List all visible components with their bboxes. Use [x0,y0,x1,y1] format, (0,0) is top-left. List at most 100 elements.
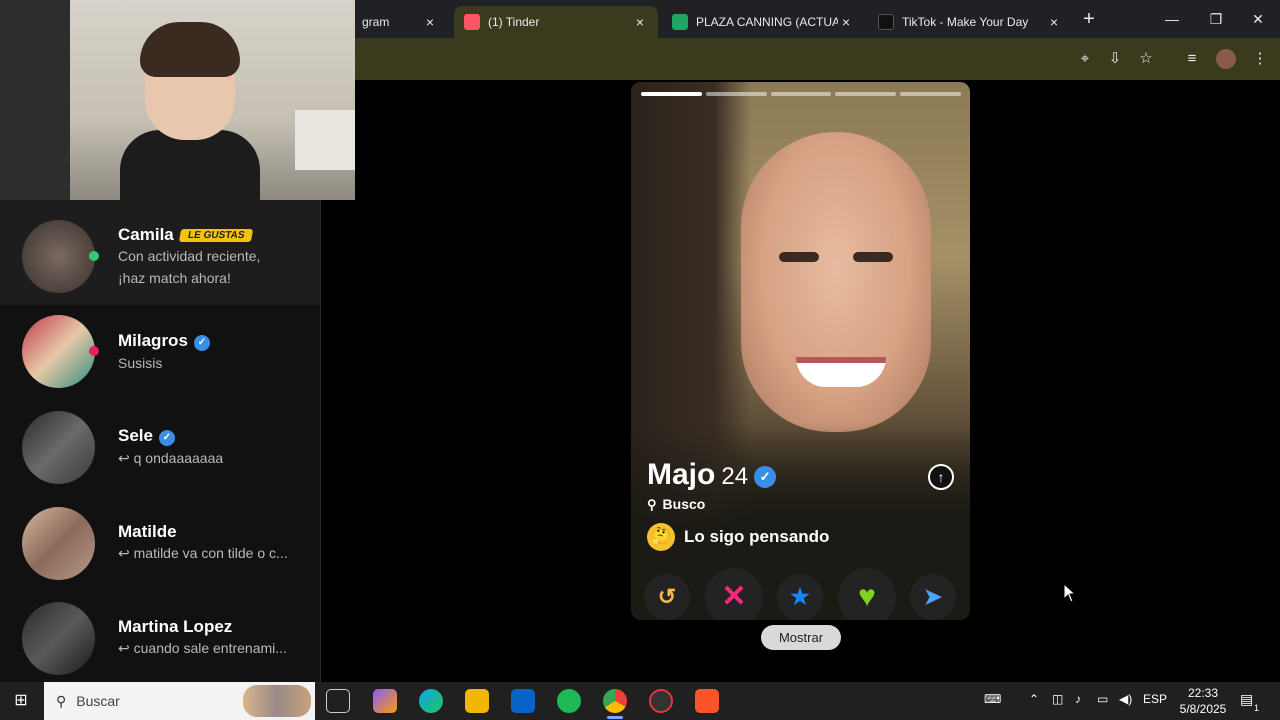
avatar [22,411,95,484]
match-name: Matilde [118,522,177,542]
notification-center-icon[interactable]: ▤ [1240,691,1253,708]
match-item-matilde[interactable]: Matilde ↩ matilde va con tilde o c... [0,497,320,593]
brave-icon[interactable] [695,689,719,713]
photo-progress-bar [641,92,961,96]
bookmark-star-icon[interactable]: ☆ [1136,49,1156,69]
match-item-camila[interactable]: Camila LE GUSTAS Con actividad reciente, … [0,200,320,305]
sheet-icon [672,14,688,30]
match-message: Susisis [118,355,163,371]
like-button[interactable]: ♥ [838,568,896,620]
spotify-icon[interactable] [557,689,581,713]
volume-icon[interactable]: ◀) [1119,692,1132,706]
tab-instagram[interactable]: gram × [352,6,448,38]
super-like-button[interactable]: ★ [777,574,823,620]
new-tab-button[interactable]: + [1078,8,1100,30]
photo-eye-right [853,252,893,262]
tab-title: TikTok - Make Your Day [902,15,1029,29]
looking-for: ⚲ Busco [647,496,705,513]
tab-title: gram [362,15,390,29]
boost-button[interactable]: ➤ [910,574,956,620]
microphone-icon[interactable]: ♪ [1075,692,1081,706]
network-icon[interactable]: ▭ [1097,692,1108,706]
meet-now-icon[interactable]: ◫ [1052,692,1063,706]
search-icon: ⚲ [647,497,657,512]
match-item-martina-lopez[interactable]: Martina Lopez ↩ cuando sale entrenami... [0,593,320,689]
photo-progress-segment [900,92,961,96]
profile-card[interactable]: Majo 24 ✓ ↑ ⚲ Busco 🤔 Lo sigo pensando ↺ ✕ … [631,82,970,620]
webcam-overlay [0,0,355,200]
outlook-icon[interactable] [511,689,535,713]
photo-progress-segment [705,92,767,96]
avatar [22,602,95,675]
screen: gram × (1) Tinder × PLAZA CANNING (ACTUA… [0,0,1280,720]
close-window-button[interactable]: ✕ [1238,6,1278,32]
task-view-icon[interactable] [326,689,350,713]
nope-button[interactable]: ✕ [705,568,763,620]
taskbar-search-placeholder: Buscar [76,693,120,709]
match-item-milagros[interactable]: Milagros ✓ Susisis [0,305,320,401]
media-queue-icon[interactable]: ≡ [1182,49,1202,69]
likes-you-badge: LE GUSTAS [178,229,254,242]
relationship-intent-text: Lo sigo pensando [684,527,830,546]
photo-progress-segment [641,92,702,96]
webcam-person [120,22,260,200]
webcam-person-body [120,130,260,200]
language-indicator[interactable]: ESP [1143,692,1167,706]
keyboard-icon[interactable]: ⌨ [984,692,1001,706]
match-message: Con actividad reciente, [118,248,261,264]
show-hidden-icons-icon[interactable]: ⌃ [1029,692,1039,706]
game-app-icon[interactable] [649,689,673,713]
tab-plaza-canning[interactable]: PLAZA CANNING (ACTUALIZ × [662,6,864,38]
close-tab-icon[interactable]: × [838,14,854,30]
rewind-button[interactable]: ↺ [644,574,690,620]
online-indicator [89,251,99,261]
tab-tiktok[interactable]: TikTok - Make Your Day × [868,6,1072,38]
thinking-emoji-icon: 🤔 [647,523,675,551]
search-highlight-image [243,685,311,717]
avatar [22,315,95,388]
match-message: ↩ q ondaaaaaaa [118,450,224,466]
match-message: ↩ cuando sale entrenami... [118,640,287,656]
tinder-flame-icon [464,14,480,30]
profile-age: 24 [721,463,749,490]
notification-count: 1 [1254,703,1260,713]
match-message-line2: ¡haz match ahora! [118,270,231,286]
file-explorer-icon[interactable] [465,689,489,713]
online-indicator [89,346,99,356]
tab-title: PLAZA CANNING (ACTUALIZ [696,15,838,29]
looking-for-label: Busco [662,496,706,512]
tiktok-icon [878,14,894,30]
matches-sidebar: Camila LE GUSTAS Con actividad reciente, … [0,200,321,682]
avatar [22,220,95,293]
profile-name-text: Majo [647,458,716,491]
close-tab-icon[interactable]: × [632,14,648,30]
profile-name: Majo 24 ✓ [647,458,777,492]
profile-avatar-icon[interactable] [1216,49,1236,69]
mouse-cursor-icon [1063,583,1077,603]
menu-kebab-icon[interactable]: ⋮ [1250,49,1270,69]
match-name-text: Martina Lopez [118,617,233,636]
copilot-icon[interactable] [373,689,397,713]
match-name: Sele ✓ [118,426,175,446]
close-tab-icon[interactable]: × [422,14,438,30]
install-app-icon[interactable]: ⇩ [1105,49,1125,69]
maximize-button[interactable]: ❐ [1196,6,1236,32]
webcam-person-hair [140,22,240,77]
webcam-bed [295,110,355,170]
windows-start-icon[interactable]: ⊞ [10,690,32,712]
close-tab-icon[interactable]: × [1046,14,1062,30]
match-item-sele[interactable]: Sele ✓ ↩ q ondaaaaaaa [0,401,320,497]
location-icon[interactable]: ⌖ [1075,49,1095,69]
match-name: Martina Lopez [118,617,232,637]
tab-tinder[interactable]: (1) Tinder × [454,6,658,38]
match-message: ↩ matilde va con tilde o c... [118,545,288,561]
edge-icon[interactable] [419,689,443,713]
clock-time: 22:33 [1187,686,1219,700]
match-name-text: Matilde [118,522,177,541]
system-clock[interactable]: 22:33 5/8/2025 [1172,685,1234,717]
minimize-button[interactable]: — [1152,6,1192,32]
chrome-icon[interactable] [603,689,627,719]
open-profile-button[interactable]: ↑ [928,464,954,490]
avatar [22,507,95,580]
taskbar-search[interactable]: ⚲ Buscar [44,682,315,720]
